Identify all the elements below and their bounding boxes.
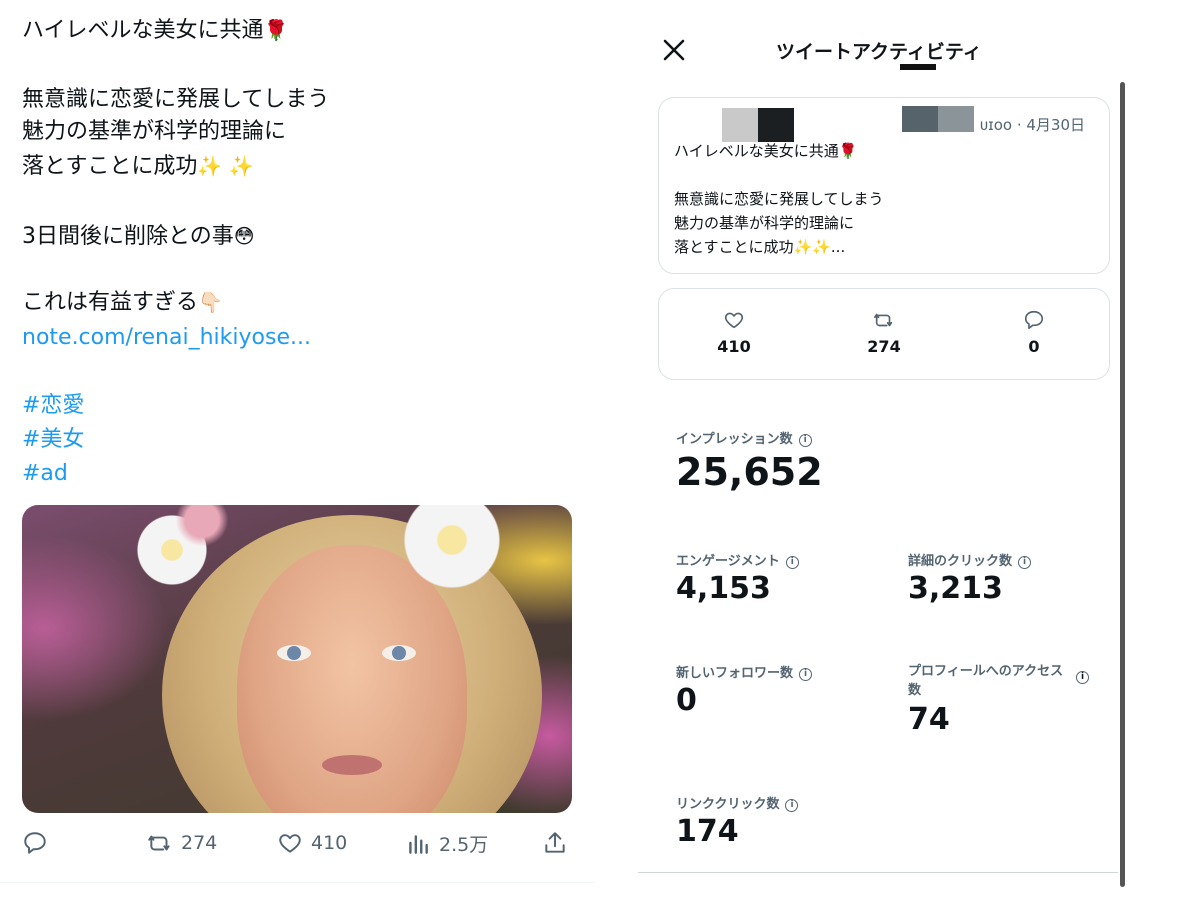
detail-clicks-label-text: 詳細のクリック数 [908, 554, 1013, 569]
new-followers-label-text: 新しいフォロワー数 [676, 666, 794, 681]
share-icon [545, 832, 565, 853]
reply-icon [24, 832, 46, 854]
tweet-action-bar: 274 410 2.5万 [22, 830, 582, 860]
retweet-icon [148, 835, 170, 851]
tweet-preview-card[interactable]: ᴜɪoo · 4月30日 ハイレベルな美女に共通🌹 無意識に恋愛に発展してしまう… [658, 97, 1110, 274]
replies-stat-value: 0 [1028, 337, 1040, 356]
impressions-value: 25,652 [676, 450, 823, 494]
redaction-block [758, 108, 794, 142]
redaction-block [722, 108, 758, 142]
impressions-label-text: インプレッション数 [676, 432, 793, 447]
reply-button[interactable] [22, 830, 48, 856]
tweet-line-3: 魅力の基準が科学的理論に [22, 119, 287, 144]
tweet-line-2: 無意識に恋愛に発展してしまう [22, 87, 330, 112]
info-icon[interactable]: i [785, 799, 799, 812]
redaction-block [938, 106, 974, 132]
close-icon [663, 39, 685, 61]
replies-stat: 0 [1004, 309, 1064, 356]
profile-visits-label: プロフィールへのアクセス数 [908, 664, 1064, 698]
tweet-text-line: これは有益すぎる👇🏻 [22, 286, 223, 319]
tweet-text-line: 3日間後に削除との事😳 [22, 220, 255, 253]
info-icon[interactable]: i [1076, 671, 1089, 684]
hashtag-renai[interactable]: #恋愛 [22, 390, 84, 422]
retweet-icon [874, 313, 893, 327]
info-icon[interactable]: i [799, 668, 813, 681]
profile-visits-value: 74 [908, 702, 950, 737]
likes-stat: 410 [704, 309, 764, 356]
tweet-line-1: ハイレベルな美女に共通 [22, 18, 264, 43]
preview-handle-date: ᴜɪoo · 4月30日 [979, 116, 1085, 134]
heart-icon [279, 834, 301, 853]
sparkles-emoji: ✨ ✨ [197, 154, 254, 178]
tweet-line-4: 落とすことに成功 [22, 154, 198, 179]
tweet-link[interactable]: note.com/renai_hikiyose... [22, 322, 311, 354]
preview-line-3: 魅力の基準が科学的理論に [674, 214, 855, 232]
scrollbar[interactable] [1120, 82, 1125, 887]
flushed-emoji: 😳 [233, 224, 255, 248]
close-button[interactable] [660, 36, 688, 64]
heart-icon [724, 312, 744, 329]
rose-emoji: 🌹 [263, 18, 289, 42]
info-icon[interactable]: i [798, 434, 812, 447]
tweet-activity-panel: ツイートアクティビティ ᴜɪoo · 4月30日 ハイレベルな美女に共通🌹 無意… [638, 0, 1200, 900]
tweet-text-line: 落とすことに成功✨ ✨ [22, 150, 254, 183]
engagement-label-text: エンゲージメント [676, 554, 780, 569]
like-count: 410 [311, 832, 348, 854]
new-followers-label: 新しいフォロワー数 i [676, 662, 813, 681]
hashtag-ad[interactable]: #ad [22, 458, 68, 490]
preview-line-2: 無意識に恋愛に発展してしまう [674, 190, 884, 208]
redaction-block [902, 106, 938, 132]
page-title: ツイートアクティビティ [776, 41, 982, 63]
engagement-value: 4,153 [676, 571, 771, 606]
link-clicks-label-text: リンククリック数 [676, 797, 780, 812]
new-followers-value: 0 [676, 683, 697, 718]
tweet-view: ハイレベルな美女に共通🌹 無意識に恋愛に発展してしまう 魅力の基準が科学的理論に… [0, 0, 600, 900]
retweet-count: 274 [181, 832, 218, 854]
retweets-stat: 274 [854, 309, 914, 356]
link-clicks-label: リンククリック数 i [676, 793, 799, 812]
views-button[interactable]: 2.5万 [405, 830, 488, 857]
preview-line-1: ハイレベルな美女に共通🌹 [674, 142, 858, 160]
tweet-line-5: 3日間後に削除との事 [22, 224, 234, 249]
reply-icon [1024, 310, 1044, 330]
hashtag-bijo[interactable]: #美女 [22, 424, 84, 456]
detail-clicks-label: 詳細のクリック数 i [908, 550, 1032, 569]
share-button[interactable] [542, 830, 568, 856]
likes-stat-value: 410 [717, 337, 751, 356]
like-button[interactable]: 410 [277, 830, 347, 856]
engagement-label: エンゲージメント i [676, 550, 799, 569]
retweets-stat-value: 274 [867, 337, 901, 356]
redaction-bar [900, 64, 936, 70]
analytics-icon [409, 834, 428, 854]
info-icon[interactable]: i [1018, 556, 1032, 569]
divider [0, 882, 594, 883]
tweet-image[interactable] [22, 505, 572, 813]
link-clicks-value: 174 [676, 814, 739, 849]
pointing-down-emoji: 👇🏻 [198, 290, 223, 314]
info-icon[interactable]: i [785, 556, 799, 569]
preview-line-4: 落とすことに成功✨✨... [674, 238, 846, 256]
engagement-stats-card: 410 274 0 [658, 288, 1110, 380]
divider [638, 872, 1118, 873]
retweet-button[interactable]: 274 [147, 830, 217, 856]
impressions-label: インプレッション数 i [676, 428, 812, 447]
tweet-line-6: これは有益すぎる [22, 290, 199, 315]
views-count: 2.5万 [439, 834, 489, 856]
tweet-text-line: ハイレベルな美女に共通🌹 [22, 14, 288, 47]
detail-clicks-value: 3,213 [908, 571, 1003, 606]
